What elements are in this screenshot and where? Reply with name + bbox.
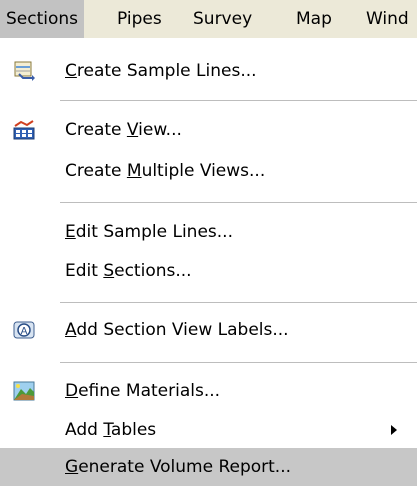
label-icon: A xyxy=(13,319,35,341)
menu-item-define-materials[interactable]: Define Materials... xyxy=(0,372,417,410)
menu-item-label: Edit Sample Lines... xyxy=(65,222,233,242)
menu-item-label: Add Tables xyxy=(65,420,157,440)
menu-pipes[interactable]: Pipes xyxy=(117,0,162,38)
menu-item-add-tables[interactable]: Add Tables xyxy=(0,411,417,449)
menu-item-label: Generate Volume Report... xyxy=(65,457,292,477)
menu-item-edit-sections[interactable]: Edit Sections... xyxy=(0,252,417,290)
menu-item-create-multiple-views[interactable]: Create Multiple Views... xyxy=(0,152,417,190)
menu-separator xyxy=(60,100,417,101)
menu-separator xyxy=(60,202,417,203)
menu-separator xyxy=(60,362,417,363)
menu-item-create-sample-lines[interactable]: Create Sample Lines... xyxy=(0,52,417,90)
menu-item-label: Create View... xyxy=(65,120,182,140)
submenu-arrow-icon xyxy=(391,425,397,435)
menu-item-label: Create Sample Lines... xyxy=(65,61,257,81)
svg-text:A: A xyxy=(21,326,28,337)
menu-item-label: Add Section View Labels... xyxy=(65,320,289,340)
menu-item-label: Edit Sections... xyxy=(65,261,192,281)
menu-item-create-view[interactable]: Create View... xyxy=(0,111,417,149)
menu-sections[interactable]: Sections xyxy=(0,0,85,38)
sections-dropdown-menu: Create Sample Lines... Create View... Cr… xyxy=(0,38,417,486)
menu-item-label: Define Materials... xyxy=(65,381,221,401)
materials-icon xyxy=(13,380,35,402)
menu-item-add-section-view-labels[interactable]: A Add Section View Labels... xyxy=(0,311,417,349)
menu-survey[interactable]: Survey xyxy=(193,0,252,38)
section-view-icon xyxy=(13,119,35,141)
sample-lines-icon xyxy=(13,60,35,82)
menu-window[interactable]: Wind xyxy=(366,0,409,38)
menu-bar: Sections Pipes Survey Map Wind xyxy=(0,0,417,38)
menu-item-generate-volume-report[interactable]: Generate Volume Report... xyxy=(0,448,417,486)
menu-item-edit-sample-lines[interactable]: Edit Sample Lines... xyxy=(0,213,417,251)
menu-separator xyxy=(60,302,417,303)
menu-map[interactable]: Map xyxy=(296,0,332,38)
menu-item-label: Create Multiple Views... xyxy=(65,161,266,181)
